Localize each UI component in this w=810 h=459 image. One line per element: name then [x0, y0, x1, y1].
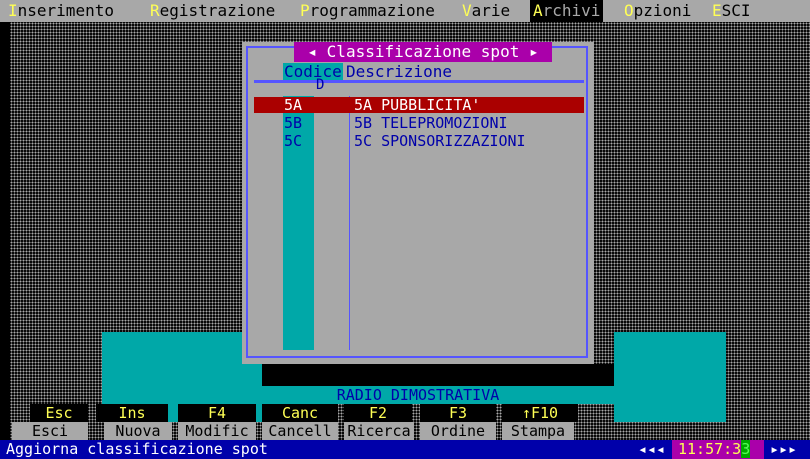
status-message: Aggiorna classificazione spot: [6, 440, 268, 458]
menu-label: pzioni: [633, 1, 692, 20]
status-bar: Aggiorna classificazione spot ◂◂◂ 11:57:…: [0, 440, 810, 459]
column-header-descrizione[interactable]: Descrizione: [346, 63, 452, 81]
menu-registrazione[interactable]: Registrazione: [150, 0, 275, 22]
table-row[interactable]: 5B 5B TELEPROMOZIONI: [254, 115, 584, 131]
fkey-f2: F2: [344, 404, 412, 422]
menu-esci[interactable]: ESCI: [712, 0, 751, 22]
fkey-esc: Esc: [30, 404, 88, 422]
menu-bar: Inserimento Registrazione Programmazione…: [0, 0, 810, 22]
row-description: 5B TELEPROMOZIONI: [354, 114, 508, 132]
menu-archivi[interactable]: Archivi: [530, 0, 604, 22]
table-row[interactable]: 5A 5A PUBBLICITA': [254, 97, 584, 113]
menu-label: nserimento: [17, 1, 114, 20]
menu-varie[interactable]: Varie: [462, 0, 510, 22]
menu-label: SCI: [721, 1, 751, 20]
clock-arrows-right-icon: ▸▸▸: [770, 440, 798, 458]
row-code: 5C: [284, 132, 303, 150]
clock: 11:57:33: [672, 440, 764, 459]
column-header-codice[interactable]: Codice: [283, 63, 343, 81]
sort-marker: D: [316, 77, 325, 93]
dialog-title: ◂ Classificazione spot ▸: [294, 42, 552, 62]
fkey-shift-f10: ↑F10: [502, 404, 578, 422]
menu-hotkey: P: [300, 1, 310, 20]
nuova-button[interactable]: Nuova: [104, 422, 172, 440]
station-name-bar: RADIO DIMOSTRATIVA: [102, 386, 614, 404]
clock-arrows-left-icon: ◂◂◂: [638, 440, 666, 458]
menu-inserimento[interactable]: Inserimento: [8, 0, 114, 22]
menu-label: egistrazione: [159, 1, 276, 20]
row-code: 5B: [284, 114, 303, 132]
clock-time: 11:57:3: [678, 440, 742, 458]
menu-hotkey: O: [624, 1, 634, 20]
menu-label: rchivi: [542, 1, 601, 20]
background-panel-right: [614, 332, 726, 422]
menu-hotkey: I: [8, 1, 18, 20]
fkey-f4: F4: [178, 404, 256, 422]
menu-programmazione[interactable]: Programmazione: [300, 0, 435, 22]
fkey-canc: Canc: [262, 404, 338, 422]
menu-hotkey: R: [150, 1, 160, 20]
esci-button[interactable]: Esci: [12, 422, 88, 440]
row-code: 5A: [284, 96, 303, 114]
header-separator: [254, 80, 584, 83]
modifica-button[interactable]: Modific: [178, 422, 256, 440]
row-description: 5C SPONSORIZZAZIONI: [354, 132, 526, 150]
menu-label: arie: [471, 1, 511, 20]
stampa-button[interactable]: Stampa: [502, 422, 574, 440]
menu-opzioni[interactable]: Opzioni: [624, 0, 691, 22]
table-row[interactable]: 5C 5C SPONSORIZZAZIONI: [254, 133, 584, 149]
fkey-f3: F3: [420, 404, 496, 422]
fkey-ins: Ins: [96, 404, 168, 422]
menu-hotkey: A: [533, 1, 543, 20]
station-name: RADIO DIMOSTRATIVA: [336, 386, 500, 404]
ricerca-button[interactable]: Ricerca: [344, 422, 414, 440]
cancella-button[interactable]: Cancell: [262, 422, 338, 440]
dialog-shadow: [262, 364, 614, 386]
menu-label: rogrammazione: [309, 1, 435, 20]
ordine-button[interactable]: Ordine: [420, 422, 496, 440]
menu-hotkey: E: [712, 1, 722, 20]
row-description: 5A PUBBLICITA': [354, 96, 481, 114]
clock-last-digit: 3: [741, 440, 751, 458]
menu-hotkey: V: [462, 1, 472, 20]
